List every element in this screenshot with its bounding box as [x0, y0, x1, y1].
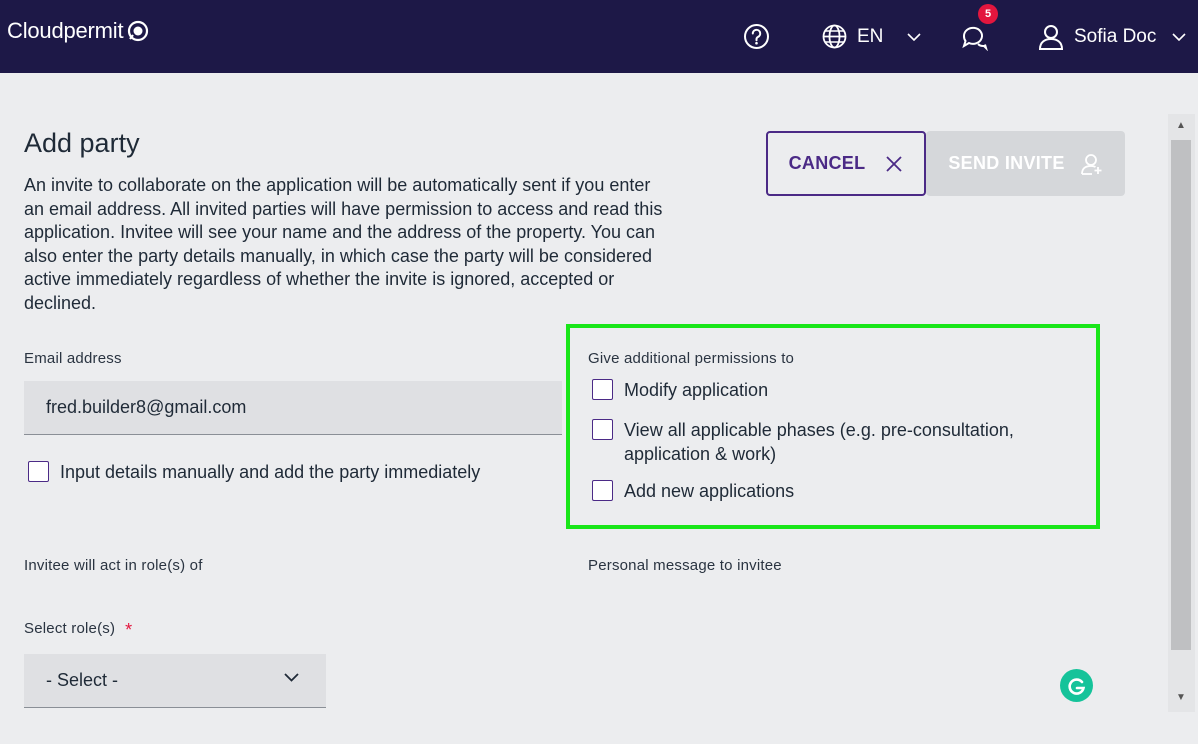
user-name: Sofia Doc	[1074, 25, 1157, 47]
user-menu[interactable]: Sofia Doc	[1038, 0, 1186, 73]
chat-icon	[962, 26, 988, 51]
permission-label: Modify application	[624, 380, 769, 400]
permission-option[interactable]: View all applicable phases (e.g. pre-con…	[592, 418, 1082, 466]
add-user-icon	[1080, 153, 1102, 175]
roles-select[interactable]: - Select -	[24, 654, 326, 708]
scrollbar-thumb[interactable]	[1171, 140, 1191, 650]
notification-badge: 5	[978, 4, 998, 24]
email-label: Email address	[24, 350, 122, 367]
permissions-label: Give additional permissions to	[588, 350, 795, 367]
roles-section-label: Invitee will act in role(s) of	[24, 557, 203, 574]
user-icon	[1038, 24, 1064, 50]
cancel-button[interactable]: CANCEL	[766, 131, 926, 196]
chevron-down-icon	[284, 673, 299, 682]
top-navigation-bar: Cloudpermit EN 5 Sofia Doc	[0, 0, 1198, 73]
permission-checkbox-view-phases[interactable]	[592, 419, 613, 440]
permission-checkbox-add-applications[interactable]	[592, 480, 613, 501]
language-label: EN	[857, 25, 884, 47]
permission-checkbox-modify[interactable]	[592, 379, 613, 400]
app-logo[interactable]: Cloudpermit	[7, 18, 149, 44]
page-description: An invite to collaborate on the applicat…	[24, 175, 663, 313]
chevron-down-icon	[907, 32, 921, 41]
messages-button[interactable]: 5	[960, 0, 998, 73]
permission-label: View all applicable phases (e.g. pre-con…	[624, 420, 1014, 464]
help-button[interactable]	[743, 0, 770, 73]
language-selector[interactable]: EN	[822, 0, 921, 73]
required-marker: *	[125, 620, 133, 640]
grammarly-g-icon	[1067, 677, 1085, 695]
personal-message-label: Personal message to invitee	[588, 557, 782, 574]
select-roles-label: Select role(s) *	[24, 620, 132, 641]
scroll-up-arrow-icon[interactable]: ▲	[1176, 120, 1186, 131]
manual-entry-checkbox-row[interactable]: Input details manually and add the party…	[28, 460, 480, 484]
cancel-button-label: CANCEL	[788, 153, 866, 173]
grammarly-icon[interactable]	[1060, 669, 1093, 702]
help-icon	[744, 24, 769, 49]
close-icon	[886, 155, 903, 172]
logo-mark-icon	[128, 20, 149, 42]
send-invite-button-label: SEND INVITE	[948, 153, 1065, 173]
select-roles-text: Select role(s)	[24, 620, 116, 637]
permission-label: Add new applications	[624, 481, 795, 501]
manual-entry-checkbox[interactable]	[28, 461, 49, 482]
permission-option[interactable]: Modify application	[592, 378, 768, 402]
logo-text: Cloudpermit	[7, 18, 124, 43]
roles-select-value: - Select -	[46, 670, 119, 690]
page-title: Add party	[24, 128, 140, 158]
manual-entry-label: Input details manually and add the party…	[60, 462, 481, 482]
scroll-down-arrow-icon[interactable]: ▼	[1176, 692, 1186, 703]
email-input[interactable]	[24, 381, 562, 435]
chevron-down-icon	[1172, 32, 1186, 41]
send-invite-button[interactable]: SEND INVITE	[926, 131, 1125, 196]
permission-option[interactable]: Add new applications	[592, 479, 794, 503]
globe-icon	[822, 24, 847, 49]
